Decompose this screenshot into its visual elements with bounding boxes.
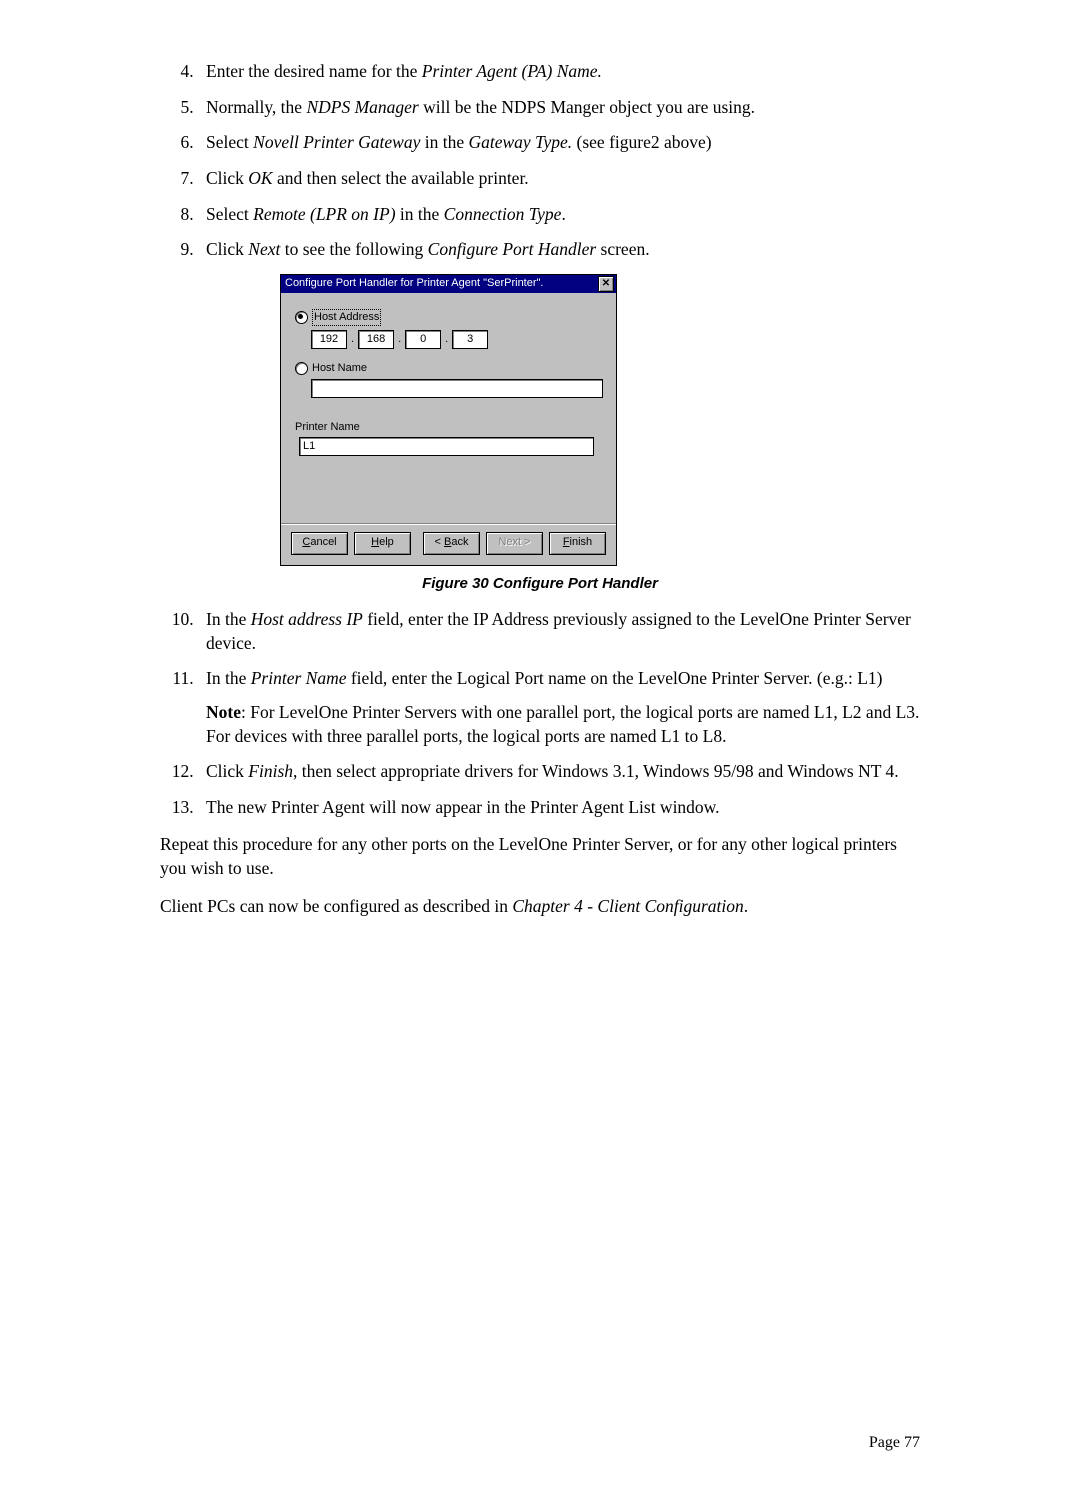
step-11: In the Printer Name field, enter the Log… — [198, 667, 920, 748]
instruction-list-2: In the Host address IP field, enter the … — [160, 608, 920, 819]
close-button[interactable]: ✕ — [598, 276, 614, 292]
host-name-label: Host Name — [312, 361, 367, 376]
step-13: The new Printer Agent will now appear in… — [198, 796, 920, 820]
step-10: In the Host address IP field, enter the … — [198, 608, 920, 655]
page-number: Page 77 — [869, 1432, 920, 1454]
step-7: Click OK and then select the available p… — [198, 167, 920, 191]
ip-octet-1[interactable]: 192 — [311, 330, 347, 349]
cancel-button[interactable]: Cancel — [291, 532, 348, 555]
host-address-label: Host Address — [312, 309, 381, 326]
next-button: Next > — [486, 532, 543, 555]
ip-octet-3[interactable]: 0 — [405, 330, 441, 349]
host-name-radio-row[interactable]: Host Name — [295, 361, 602, 376]
ip-octet-2[interactable]: 168 — [358, 330, 394, 349]
paragraph-client: Client PCs can now be configured as desc… — [160, 895, 920, 919]
host-address-radio-row[interactable]: Host Address — [295, 309, 602, 326]
instruction-list-1: Enter the desired name for the Printer A… — [160, 60, 920, 262]
step-8: Select Remote (LPR on IP) in the Connect… — [198, 203, 920, 227]
help-button[interactable]: Help — [354, 532, 411, 555]
ip-address-row: 192. 168. 0. 3 — [311, 330, 602, 349]
step-6: Select Novell Printer Gateway in the Gat… — [198, 131, 920, 155]
step-12: Click Finish, then select appropriate dr… — [198, 760, 920, 784]
printer-name-input[interactable]: L1 — [299, 437, 594, 456]
dialog-title: Configure Port Handler for Printer Agent… — [285, 276, 543, 291]
close-icon: ✕ — [602, 279, 610, 289]
paragraph-repeat: Repeat this procedure for any other port… — [160, 833, 920, 880]
configure-port-handler-dialog: Configure Port Handler for Printer Agent… — [280, 274, 617, 566]
figure-caption: Figure 30 Configure Port Handler — [160, 574, 920, 594]
step-5: Normally, the NDPS Manager will be the N… — [198, 96, 920, 120]
step-4: Enter the desired name for the Printer A… — [198, 60, 920, 84]
finish-button[interactable]: Finish — [549, 532, 606, 555]
host-name-input[interactable] — [311, 379, 603, 398]
host-name-radio[interactable] — [295, 362, 308, 375]
step-9: Click Next to see the following Configur… — [198, 238, 920, 262]
back-button[interactable]: < Back — [423, 532, 480, 555]
printer-name-label: Printer Name — [295, 420, 602, 435]
host-address-radio[interactable] — [295, 311, 308, 324]
button-row: Cancel Help < Back Next > Finish — [281, 523, 616, 565]
titlebar: Configure Port Handler for Printer Agent… — [281, 275, 616, 293]
ip-octet-4[interactable]: 3 — [452, 330, 488, 349]
